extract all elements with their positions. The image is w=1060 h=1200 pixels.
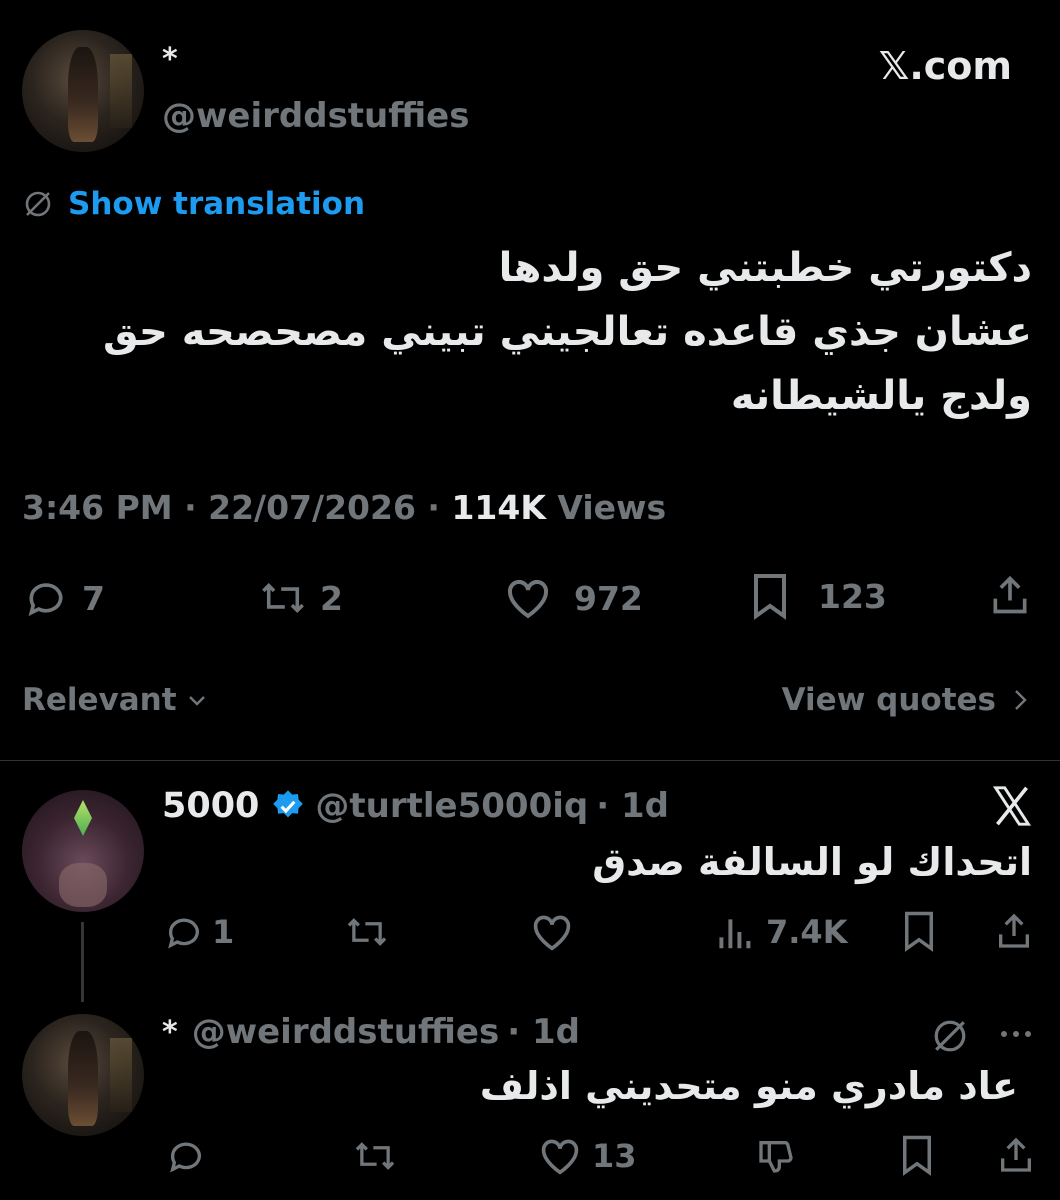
reply-display-name[interactable]: 5000 (162, 786, 259, 826)
bookmark-icon (900, 910, 938, 952)
like-count: 972 (574, 578, 643, 618)
views-label: Views (557, 488, 667, 527)
share-icon (988, 572, 1032, 618)
chevron-right-icon (1010, 687, 1030, 713)
reply2-repost-button[interactable] (352, 1136, 398, 1176)
author-display-name[interactable]: * (162, 42, 178, 77)
bookmark-icon (898, 1134, 936, 1176)
bookmark-icon (748, 572, 792, 620)
reply1-repost-button[interactable] (344, 912, 390, 952)
reply2-reply-button[interactable] (166, 1136, 206, 1176)
tweet-text-line: عشان جذي قاعده تعالجيني تبيني مصحصحه حق (102, 309, 1032, 355)
reply2-text: عاد مادري منو متحديني اذلف (479, 1064, 1018, 1108)
reply2-display-name[interactable]: * (162, 1015, 178, 1050)
tweet-text-line: دكتورتي خطبتني حق ولدها (498, 245, 1032, 291)
show-translation-label[interactable]: Show translation (68, 186, 365, 222)
repost-count: 2 (320, 578, 343, 618)
like-icon (538, 1136, 582, 1176)
site-logo: 𝕏.com (878, 44, 1012, 88)
reply1-share-button[interactable] (994, 910, 1034, 952)
reply-handle[interactable]: @turtle5000iq (315, 786, 588, 826)
sort-dropdown[interactable]: Relevant (22, 682, 209, 718)
reply-count: 7 (82, 578, 105, 618)
divider (0, 760, 1060, 761)
dislike-icon (756, 1136, 796, 1176)
reply-button[interactable]: 7 (24, 576, 105, 620)
share-icon (994, 910, 1034, 952)
translate-icon (22, 188, 54, 220)
tweet-text: دكتورتي خطبتني حق ولدها عشان جذي قاعده ت… (32, 236, 1032, 428)
reply1-views-count: 7.4K (766, 913, 848, 951)
verified-badge-icon (271, 789, 305, 823)
author-handle[interactable]: @weirddstuffies (162, 96, 469, 136)
reply1-like-button[interactable] (530, 912, 574, 952)
repost-button[interactable]: 2 (258, 576, 343, 620)
view-quotes-link[interactable]: View quotes (782, 682, 1030, 718)
like-icon (504, 576, 552, 620)
views-icon (716, 912, 752, 952)
reply2-handle[interactable]: @weirddstuffies (192, 1012, 499, 1052)
reply2-age[interactable]: · 1d (507, 1012, 580, 1052)
share-icon (996, 1134, 1036, 1176)
repost-icon (352, 1136, 398, 1176)
reply1-views-button[interactable]: 7.4K (716, 912, 847, 952)
view-quotes-label[interactable]: View quotes (782, 682, 996, 718)
reply-header: 5000 @turtle5000iq · 1d (162, 786, 669, 826)
reply-icon (164, 912, 204, 952)
tweet-meta: 3:46 PM · 22/07/2026 · 114K Views (22, 488, 667, 527)
reply2-header: * @weirddstuffies · 1d (162, 1012, 580, 1052)
reply-age[interactable]: · 1d (596, 786, 669, 826)
translate-icon[interactable] (930, 1016, 970, 1056)
chevron-down-icon (185, 688, 209, 712)
more-icon[interactable] (996, 1024, 1036, 1044)
reply-avatar[interactable] (22, 790, 144, 912)
reply1-bookmark-button[interactable] (900, 910, 938, 952)
bookmark-count: 123 (818, 576, 887, 616)
share-button[interactable] (988, 572, 1032, 618)
reply-icon (166, 1136, 206, 1176)
tweet-date[interactable]: 22/07/2026 (208, 488, 416, 527)
reply-text: اتحداك لو السالفة صدق (592, 840, 1032, 884)
reply1-reply-button[interactable]: 1 (164, 912, 234, 952)
show-translation-link[interactable]: Show translation (22, 186, 365, 222)
sort-label[interactable]: Relevant (22, 682, 177, 718)
author-avatar[interactable] (22, 30, 144, 152)
reply2-bookmark-button[interactable] (898, 1134, 936, 1176)
thread-line (81, 922, 84, 1002)
tweet-text-line: ولدج يالشيطانه (730, 373, 1032, 419)
reply-icon (24, 576, 68, 620)
reply2-dislike-button[interactable] (756, 1136, 796, 1176)
bookmark-button[interactable]: 123 (748, 572, 887, 620)
like-icon (530, 912, 574, 952)
reply2-like-button[interactable]: 13 (538, 1136, 637, 1176)
repost-icon (344, 912, 390, 952)
reply2-share-button[interactable] (996, 1134, 1036, 1176)
reply2-avatar[interactable] (22, 1014, 144, 1136)
views-count: 114K (451, 488, 546, 527)
reply1-reply-count: 1 (212, 913, 235, 951)
x-logo-icon (990, 786, 1034, 826)
repost-icon (258, 576, 308, 620)
tweet-time[interactable]: 3:46 PM (22, 488, 173, 527)
reply2-like-count: 13 (592, 1137, 637, 1175)
like-button[interactable]: 972 (504, 576, 643, 620)
